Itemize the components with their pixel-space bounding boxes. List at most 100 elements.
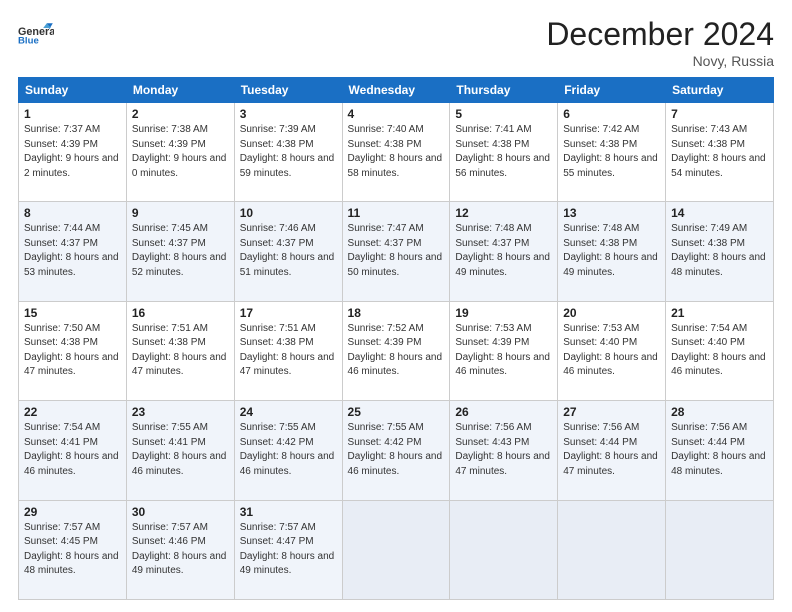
sunrise-text: Sunrise: 7:56 AM	[671, 421, 768, 436]
day-detail: Sunrise: 7:57 AMSunset: 4:47 PMDaylight:…	[240, 521, 337, 579]
table-row: 17Sunrise: 7:51 AMSunset: 4:38 PMDayligh…	[234, 301, 342, 400]
sunset-text: Sunset: 4:42 PM	[348, 436, 445, 451]
sunset-text: Sunset: 4:39 PM	[24, 138, 121, 153]
sunrise-text: Sunrise: 7:47 AM	[348, 222, 445, 237]
sunset-text: Sunset: 4:37 PM	[455, 237, 552, 252]
day-detail: Sunrise: 7:57 AMSunset: 4:45 PMDaylight:…	[24, 521, 121, 579]
table-row: 8Sunrise: 7:44 AMSunset: 4:37 PMDaylight…	[19, 202, 127, 301]
daylight-text: Daylight: 8 hours and 47 minutes.	[563, 450, 660, 479]
col-saturday: Saturday	[666, 78, 774, 103]
table-row: 4Sunrise: 7:40 AMSunset: 4:38 PMDaylight…	[342, 103, 450, 202]
day-number: 2	[132, 107, 229, 121]
day-detail: Sunrise: 7:54 AMSunset: 4:40 PMDaylight:…	[671, 322, 768, 380]
day-detail: Sunrise: 7:56 AMSunset: 4:43 PMDaylight:…	[455, 421, 552, 479]
sunset-text: Sunset: 4:37 PM	[348, 237, 445, 252]
daylight-text: Daylight: 8 hours and 47 minutes.	[455, 450, 552, 479]
sunset-text: Sunset: 4:37 PM	[24, 237, 121, 252]
sunrise-text: Sunrise: 7:56 AM	[563, 421, 660, 436]
table-row: 2Sunrise: 7:38 AMSunset: 4:39 PMDaylight…	[126, 103, 234, 202]
daylight-text: Daylight: 8 hours and 46 minutes.	[671, 351, 768, 380]
day-number: 12	[455, 206, 552, 220]
table-row: 26Sunrise: 7:56 AMSunset: 4:43 PMDayligh…	[450, 401, 558, 500]
day-number: 21	[671, 306, 768, 320]
table-row: 21 Sunrise: 7:54 AMSunset: 4:40 PMDayligh…	[666, 301, 774, 400]
sunrise-text: Sunrise: 7:37 AM	[24, 123, 121, 138]
sunrise-text: Sunrise: 7:55 AM	[132, 421, 229, 436]
svg-text:Blue: Blue	[18, 36, 39, 47]
daylight-text: Daylight: 8 hours and 48 minutes.	[671, 251, 768, 280]
col-friday: Friday	[558, 78, 666, 103]
header: General Blue December 2024 Novy, Russia	[18, 16, 774, 69]
day-number: 27	[563, 405, 660, 419]
sunrise-text: Sunrise: 7:40 AM	[348, 123, 445, 138]
sunset-text: Sunset: 4:38 PM	[24, 336, 121, 351]
day-number: 18	[348, 306, 445, 320]
table-row: 5Sunrise: 7:41 AMSunset: 4:38 PMDaylight…	[450, 103, 558, 202]
table-row: 11 Sunrise: 7:47 AMSunset: 4:37 PMDayligh…	[342, 202, 450, 301]
col-wednesday: Wednesday	[342, 78, 450, 103]
day-number: 28	[671, 405, 768, 419]
day-number: 14	[671, 206, 768, 220]
sunset-text: Sunset: 4:38 PM	[348, 138, 445, 153]
table-row: 20Sunrise: 7:53 AMSunset: 4:40 PMDayligh…	[558, 301, 666, 400]
page: General Blue December 2024 Novy, Russia …	[0, 0, 792, 612]
table-row	[558, 500, 666, 599]
sunset-text: Sunset: 4:40 PM	[563, 336, 660, 351]
sunset-text: Sunset: 4:38 PM	[240, 336, 337, 351]
sunrise-text: Sunrise: 7:48 AM	[563, 222, 660, 237]
day-number: 31	[240, 505, 337, 519]
sunrise-text: Sunrise: 7:52 AM	[348, 322, 445, 337]
sunset-text: Sunset: 4:38 PM	[455, 138, 552, 153]
table-row: 7Sunrise: 7:43 AMSunset: 4:38 PMDaylight…	[666, 103, 774, 202]
table-row	[666, 500, 774, 599]
day-detail: Sunrise: 7:50 AMSunset: 4:38 PMDaylight:…	[24, 322, 121, 380]
day-number: 16	[132, 306, 229, 320]
sunset-text: Sunset: 4:39 PM	[455, 336, 552, 351]
sunrise-text: Sunrise: 7:48 AM	[455, 222, 552, 237]
sunset-text: Sunset: 4:47 PM	[240, 535, 337, 550]
daylight-text: Daylight: 8 hours and 51 minutes.	[240, 251, 337, 280]
daylight-text: Daylight: 8 hours and 47 minutes.	[132, 351, 229, 380]
day-detail: Sunrise: 7:53 AMSunset: 4:40 PMDaylight:…	[563, 322, 660, 380]
daylight-text: Daylight: 8 hours and 52 minutes.	[132, 251, 229, 280]
day-number: 24	[240, 405, 337, 419]
daylight-text: Daylight: 8 hours and 56 minutes.	[455, 152, 552, 181]
day-detail: Sunrise: 7:55 AMSunset: 4:42 PMDaylight:…	[240, 421, 337, 479]
daylight-text: Daylight: 8 hours and 49 minutes.	[563, 251, 660, 280]
day-detail: Sunrise: 7:47 AMSunset: 4:37 PMDaylight:…	[348, 222, 445, 280]
day-number: 23	[132, 405, 229, 419]
table-row: 24 Sunrise: 7:55 AMSunset: 4:42 PMDayligh…	[234, 401, 342, 500]
day-number: 7	[671, 107, 768, 121]
sunrise-text: Sunrise: 7:55 AM	[240, 421, 337, 436]
sunrise-text: Sunrise: 7:42 AM	[563, 123, 660, 138]
daylight-text: Daylight: 8 hours and 47 minutes.	[240, 351, 337, 380]
sunrise-text: Sunrise: 7:53 AM	[563, 322, 660, 337]
table-row	[450, 500, 558, 599]
day-detail: Sunrise: 7:53 AMSunset: 4:39 PMDaylight:…	[455, 322, 552, 380]
day-number: 30	[132, 505, 229, 519]
table-row: 29Sunrise: 7:57 AMSunset: 4:45 PMDayligh…	[19, 500, 127, 599]
daylight-text: Daylight: 9 hours and 0 minutes.	[132, 152, 229, 181]
day-number: 17	[240, 306, 337, 320]
sunset-text: Sunset: 4:44 PM	[671, 436, 768, 451]
calendar-table: Sunday Monday Tuesday Wednesday Thursday…	[18, 77, 774, 600]
table-row: 22Sunrise: 7:54 AMSunset: 4:41 PMDayligh…	[19, 401, 127, 500]
sunrise-text: Sunrise: 7:49 AM	[671, 222, 768, 237]
sunset-text: Sunset: 4:46 PM	[132, 535, 229, 550]
day-number: 9	[132, 206, 229, 220]
sunrise-text: Sunrise: 7:50 AM	[24, 322, 121, 337]
day-number: 22	[24, 405, 121, 419]
day-number: 11	[348, 206, 445, 220]
title-block: December 2024 Novy, Russia	[546, 16, 774, 69]
day-detail: Sunrise: 7:52 AMSunset: 4:39 PMDaylight:…	[348, 322, 445, 380]
daylight-text: Daylight: 8 hours and 47 minutes.	[24, 351, 121, 380]
table-row: 27Sunrise: 7:56 AMSunset: 4:44 PMDayligh…	[558, 401, 666, 500]
daylight-text: Daylight: 8 hours and 55 minutes.	[563, 152, 660, 181]
day-detail: Sunrise: 7:46 AMSunset: 4:37 PMDaylight:…	[240, 222, 337, 280]
table-row: 16Sunrise: 7:51 AMSunset: 4:38 PMDayligh…	[126, 301, 234, 400]
sunset-text: Sunset: 4:38 PM	[240, 138, 337, 153]
day-detail: Sunrise: 7:48 AMSunset: 4:38 PMDaylight:…	[563, 222, 660, 280]
day-detail: Sunrise: 7:48 AMSunset: 4:37 PMDaylight:…	[455, 222, 552, 280]
daylight-text: Daylight: 8 hours and 49 minutes.	[455, 251, 552, 280]
col-thursday: Thursday	[450, 78, 558, 103]
